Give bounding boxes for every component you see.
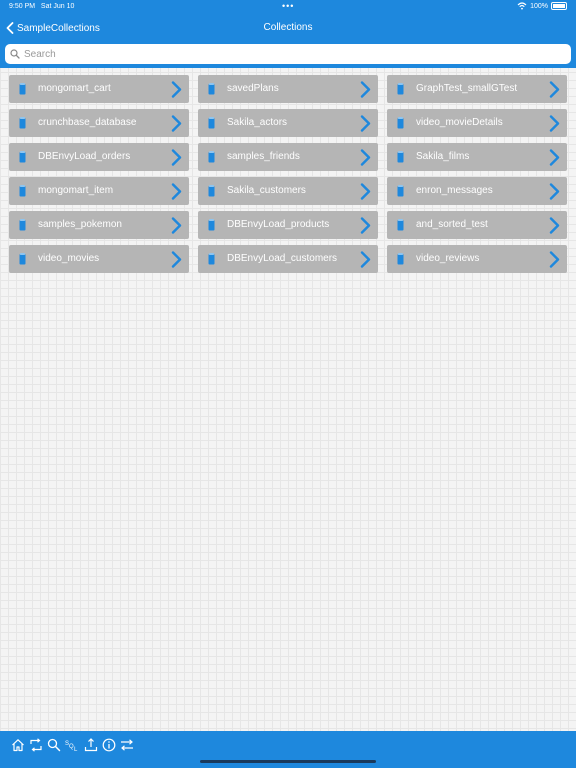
chevron-right-icon[interactable] — [360, 183, 371, 200]
search-bar[interactable] — [5, 44, 571, 64]
collection-item[interactable]: DBEnvyLoad_customers — [198, 245, 378, 273]
collection-name: Sakila_films — [416, 151, 470, 162]
collection-name: video_movieDetails — [416, 117, 503, 128]
chevron-right-icon[interactable] — [549, 251, 560, 268]
battery-icon — [551, 2, 567, 10]
collection-icon — [208, 185, 215, 197]
sql-icon[interactable]: S Q L — [65, 738, 79, 757]
collection-icon — [19, 151, 26, 163]
collection-icon — [397, 185, 404, 197]
collection-item[interactable]: crunchbase_database — [9, 109, 189, 137]
collection-icon — [208, 151, 215, 163]
multitask-dots-icon[interactable]: ••• — [282, 1, 294, 11]
home-icon[interactable] — [11, 738, 25, 757]
collection-name: and_sorted_test — [416, 219, 488, 230]
top-bar: 9:50 PM Sat Jun 10 ••• 100% SampleCollec… — [0, 0, 576, 68]
collection-item[interactable]: Sakila_actors — [198, 109, 378, 137]
collection-name: DBEnvyLoad_orders — [38, 151, 131, 162]
collection-icon — [397, 117, 404, 129]
collection-item[interactable]: video_movies — [9, 245, 189, 273]
collection-name: DBEnvyLoad_products — [227, 219, 330, 230]
chevron-right-icon[interactable] — [171, 149, 182, 166]
collection-name: GraphTest_smallGTest — [416, 83, 518, 94]
chevron-right-icon[interactable] — [549, 149, 560, 166]
chevron-right-icon[interactable] — [171, 183, 182, 200]
collection-name: DBEnvyLoad_customers — [227, 253, 338, 264]
battery-percent: 100% — [530, 2, 548, 10]
collections-grid: mongomart_cart savedPlans GraphTest_smallG… — [9, 75, 567, 273]
info-icon[interactable] — [102, 738, 116, 757]
chevron-right-icon[interactable] — [360, 251, 371, 268]
collection-icon — [397, 83, 404, 95]
status-right: 100% — [517, 2, 567, 10]
chevron-right-icon[interactable] — [360, 149, 371, 166]
collection-icon — [19, 117, 26, 129]
collection-name: Sakila_actors — [227, 117, 288, 128]
chevron-right-icon[interactable] — [360, 81, 371, 98]
chevron-right-icon[interactable] — [171, 251, 182, 268]
collection-icon — [19, 185, 26, 197]
collection-item[interactable]: DBEnvyLoad_products — [198, 211, 378, 239]
collection-name: crunchbase_database — [38, 117, 137, 128]
collection-icon — [208, 83, 215, 95]
collection-item[interactable]: Sakila_films — [387, 143, 567, 171]
chevron-right-icon[interactable] — [549, 81, 560, 98]
collection-icon — [19, 219, 26, 231]
chevron-right-icon[interactable] — [360, 115, 371, 132]
chevron-right-icon[interactable] — [360, 217, 371, 234]
chevron-right-icon[interactable] — [171, 217, 182, 234]
collection-icon — [19, 83, 26, 95]
collection-name: mongomart_item — [38, 185, 114, 196]
chevron-right-icon[interactable] — [549, 183, 560, 200]
wifi-icon — [517, 2, 527, 10]
chevron-right-icon[interactable] — [171, 81, 182, 98]
home-indicator — [200, 760, 376, 763]
collection-name: samples_friends — [227, 151, 300, 162]
collection-item[interactable]: mongomart_item — [9, 177, 189, 205]
collection-item[interactable]: mongomart_cart — [9, 75, 189, 103]
collection-item[interactable]: enron_messages — [387, 177, 567, 205]
collection-item[interactable]: GraphTest_smallGTest — [387, 75, 567, 103]
status-bar: 9:50 PM Sat Jun 10 ••• 100% — [0, 0, 576, 14]
page-title: Collections — [263, 22, 313, 33]
collection-item[interactable]: DBEnvyLoad_orders — [9, 143, 189, 171]
collection-name: mongomart_cart — [38, 83, 111, 94]
collection-item[interactable]: savedPlans — [198, 75, 378, 103]
collection-item[interactable]: Sakila_customers — [198, 177, 378, 205]
transfer-icon[interactable] — [120, 738, 134, 757]
collection-item[interactable]: samples_friends — [198, 143, 378, 171]
collection-icon — [397, 219, 404, 231]
collection-item[interactable]: and_sorted_test — [387, 211, 567, 239]
export-icon[interactable] — [84, 738, 98, 757]
collection-name: samples_pokemon — [38, 219, 122, 230]
collection-icon — [397, 253, 404, 265]
collection-item[interactable]: samples_pokemon — [9, 211, 189, 239]
refresh-icon[interactable] — [29, 738, 43, 757]
search-icon — [10, 49, 20, 59]
search-input[interactable] — [20, 47, 546, 61]
collection-name: video_movies — [38, 253, 100, 264]
collection-icon — [19, 253, 26, 265]
collection-name: enron_messages — [416, 185, 493, 196]
search-tool-icon[interactable] — [47, 738, 61, 757]
collection-name: Sakila_customers — [227, 185, 306, 196]
chevron-right-icon[interactable] — [549, 115, 560, 132]
status-date: Sat Jun 10 — [40, 3, 75, 10]
collection-item[interactable]: video_movieDetails — [387, 109, 567, 137]
chevron-right-icon[interactable] — [171, 115, 182, 132]
chevron-right-icon[interactable] — [549, 217, 560, 234]
collection-icon — [208, 253, 215, 265]
collection-name: savedPlans — [227, 83, 279, 94]
status-clock: 9:50 PM — [9, 3, 36, 10]
collection-icon — [208, 117, 215, 129]
collection-icon — [397, 151, 404, 163]
svg-text:L: L — [74, 747, 78, 752]
collection-item[interactable]: video_reviews — [387, 245, 567, 273]
status-time: 9:50 PM Sat Jun 10 — [9, 3, 74, 10]
collection-name: video_reviews — [416, 253, 480, 264]
collection-icon — [208, 219, 215, 231]
